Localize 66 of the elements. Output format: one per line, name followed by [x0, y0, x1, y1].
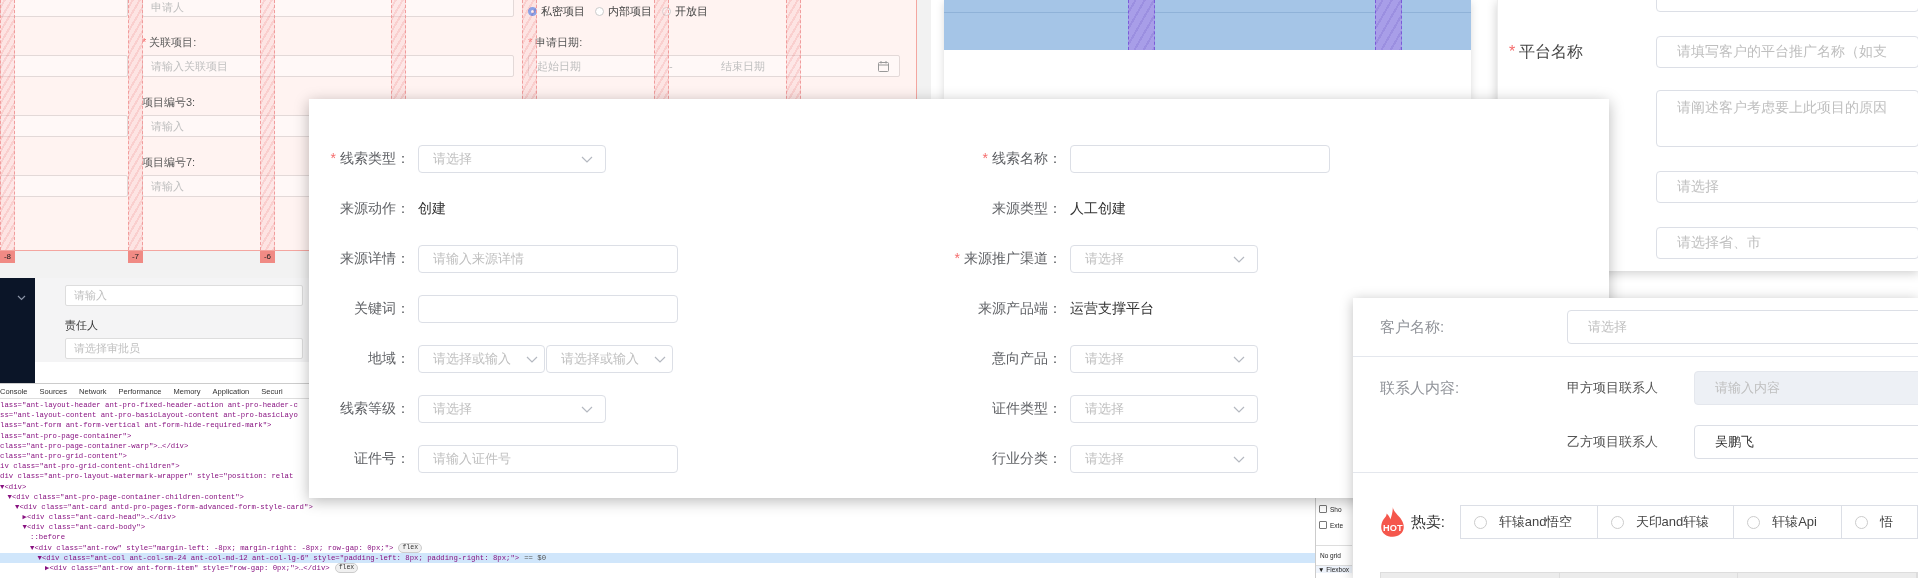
field-label: 甲方项目联系人: [1567, 379, 1659, 397]
chevron-down-icon: [1233, 255, 1245, 263]
field-label: 线索名称：: [992, 150, 1062, 168]
field-label: 客户名称:: [1379, 317, 1446, 337]
required-mark: *: [1509, 43, 1516, 61]
field-label: 地域：: [368, 350, 410, 368]
field-label: 意向产品：: [992, 350, 1062, 368]
chevron-down-icon: [1233, 405, 1245, 413]
field-label: 热卖:: [1410, 512, 1445, 532]
radio-option[interactable]: 开放目: [662, 3, 708, 19]
field-label: 来源产品端：: [978, 300, 1062, 318]
column-marker: -6: [260, 251, 275, 263]
chevron-down-icon: [17, 295, 26, 301]
text-input[interactable]: [0, 175, 128, 197]
grid-column-overlay: [1128, 0, 1155, 50]
radio-option[interactable]: 轩辕Api: [1733, 505, 1842, 539]
text-input[interactable]: [418, 295, 678, 323]
text-input[interactable]: 吴鹏飞: [1694, 425, 1918, 459]
chevron-down-icon: [654, 355, 666, 363]
field-label: 项目编号3:: [142, 94, 196, 110]
field-label: 来源动作：: [340, 200, 410, 218]
required-mark: *: [142, 36, 147, 48]
radio-option[interactable]: 轩辕and悟空: [1459, 505, 1598, 539]
field-label: 证件类型：: [992, 400, 1062, 418]
radio-option[interactable]: 天印and轩辕: [1596, 505, 1735, 539]
field-label: 线索等级：: [340, 400, 410, 418]
field-label: 申请日期:: [535, 34, 583, 50]
chevron-down-icon: [526, 355, 538, 363]
text-input[interactable]: [1070, 145, 1330, 173]
required-mark: *: [528, 36, 533, 48]
radio-option[interactable]: 私密项目: [528, 3, 585, 19]
radio-option[interactable]: 悟: [1841, 505, 1918, 539]
column-marker: -8: [0, 251, 15, 263]
field-label: 责任人: [65, 318, 99, 333]
field-label: 证件号：: [354, 450, 410, 468]
field-label: 关键词：: [354, 300, 410, 318]
field-label: 关联项目:: [149, 34, 197, 50]
grid-column-overlay: [1375, 0, 1402, 50]
text-input[interactable]: [0, 0, 128, 17]
required-mark: *: [954, 250, 960, 268]
text-input[interactable]: [0, 115, 128, 137]
text-input[interactable]: [0, 55, 128, 77]
checkbox[interactable]: [1319, 505, 1327, 513]
field-label: 来源类型：: [992, 200, 1062, 218]
radio-option[interactable]: 内部项目: [595, 3, 652, 19]
calendar-icon: [878, 60, 889, 72]
required-mark: *: [982, 150, 988, 168]
required-mark: *: [330, 150, 336, 168]
chevron-down-icon: [581, 155, 593, 163]
column-marker: -7: [128, 251, 143, 263]
field-label: 项目编号7:: [142, 154, 196, 170]
chevron-down-icon: [1233, 355, 1245, 363]
field-label: 乙方项目联系人: [1567, 433, 1659, 451]
field-label: 联系人内容:: [1379, 378, 1461, 398]
chevron-down-icon: [581, 405, 593, 413]
field-label: 平台名称: [1519, 41, 1584, 62]
field-label: 来源推广渠道：: [964, 250, 1062, 268]
hot-flame-icon: HOT: [1379, 506, 1407, 538]
checkbox[interactable]: [1319, 521, 1327, 529]
field-label: 线索类型：: [340, 150, 410, 168]
field-label: 来源详情：: [340, 250, 410, 268]
field-value: 运营支撑平台: [1070, 300, 1154, 318]
chevron-down-icon: [1233, 455, 1245, 463]
field-value: 创建: [418, 200, 446, 218]
field-value: 人工创建: [1070, 200, 1126, 218]
field-label: 行业分类：: [992, 450, 1062, 468]
